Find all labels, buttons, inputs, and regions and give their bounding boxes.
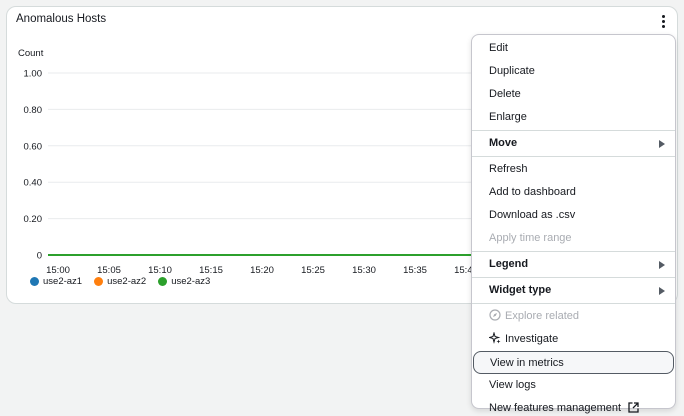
menu-item-widget-type-label: Widget type xyxy=(489,284,552,296)
caret-right-icon xyxy=(659,140,665,148)
legend-label: use2-az3 xyxy=(171,276,211,287)
legend-label: use2-az1 xyxy=(43,276,83,287)
menu-item-apply-time-range: Apply time range xyxy=(489,232,572,244)
menu-item-view-logs[interactable]: View logs xyxy=(472,374,675,397)
legend-item[interactable]: use2-az2 xyxy=(94,276,146,287)
menu-item-explore-related: Explore related xyxy=(472,305,675,328)
x-tick-label: 15:25 xyxy=(301,265,325,276)
y-tick-label: 1.00 xyxy=(24,69,43,80)
x-tick-label: 15:05 xyxy=(97,265,121,276)
caret-right-icon xyxy=(659,287,665,295)
legend-item[interactable]: use2-az1 xyxy=(30,276,82,287)
menu-divider xyxy=(472,156,675,157)
menu-item-new-features-management[interactable]: New features management xyxy=(472,397,675,416)
legend-swatch xyxy=(94,277,104,286)
caret-right-icon xyxy=(659,261,665,269)
y-axis-label: Count xyxy=(18,48,44,59)
sparkle-icon xyxy=(489,332,501,344)
menu-item-move[interactable]: Move xyxy=(472,132,675,155)
menu-item-duplicate[interactable]: Duplicate xyxy=(472,60,675,83)
external-link-icon xyxy=(628,401,639,413)
menu-item-legend[interactable]: Legend xyxy=(472,253,675,276)
menu-item-refresh[interactable]: Refresh xyxy=(472,158,675,181)
menu-divider xyxy=(472,277,675,278)
menu-divider xyxy=(472,251,675,252)
menu-item-delete[interactable]: Delete xyxy=(472,83,675,106)
legend-swatch xyxy=(30,277,39,286)
menu-item-view-in-metrics[interactable]: View in metrics xyxy=(473,351,674,374)
menu-item-explore-related-label: Explore related xyxy=(505,310,579,322)
menu-item-move-label: Move xyxy=(489,137,518,149)
menu-item-widget-type[interactable]: Widget type xyxy=(472,279,675,302)
x-tick-label: 15:35 xyxy=(403,265,427,276)
menu-item-edit[interactable]: Edit xyxy=(472,37,675,60)
widget-actions-menu: Edit Duplicate Delete Enlarge Move Refre… xyxy=(471,34,676,414)
x-tick-label: 15:00 xyxy=(46,265,70,276)
menu-item-investigate-label: Investigate xyxy=(505,333,559,345)
x-tick-label: 15:10 xyxy=(148,265,172,276)
x-tick-label: 15:30 xyxy=(352,265,376,276)
compass-icon xyxy=(489,309,501,321)
y-tick-label: 0.80 xyxy=(24,105,43,116)
legend-swatch xyxy=(158,277,168,286)
menu-divider xyxy=(472,303,675,304)
menu-divider xyxy=(472,130,675,131)
legend-item[interactable]: use2-az3 xyxy=(158,276,210,287)
menu-item-add-to-dashboard[interactable]: Add to dashboard xyxy=(472,181,675,204)
x-tick-label: 15:20 xyxy=(250,265,274,276)
x-tick-label: 15:15 xyxy=(199,265,223,276)
menu-item-legend-label: Legend xyxy=(489,258,529,270)
y-tick-label: 0.60 xyxy=(24,141,43,152)
y-tick-label: 0.20 xyxy=(24,214,43,225)
y-tick-label: 0 xyxy=(37,251,42,262)
y-tick-label: 0.40 xyxy=(24,178,43,189)
menu-item-investigate[interactable]: Investigate xyxy=(472,328,675,351)
legend-label: use2-az2 xyxy=(107,276,147,287)
menu-item-new-features-management-label: New features management xyxy=(489,402,622,414)
menu-item-enlarge[interactable]: Enlarge xyxy=(472,106,675,129)
menu-item-download-csv[interactable]: Download as .csv xyxy=(472,204,675,227)
chart-legend: use2-az1 use2-az2 use2-az3 xyxy=(30,276,210,287)
